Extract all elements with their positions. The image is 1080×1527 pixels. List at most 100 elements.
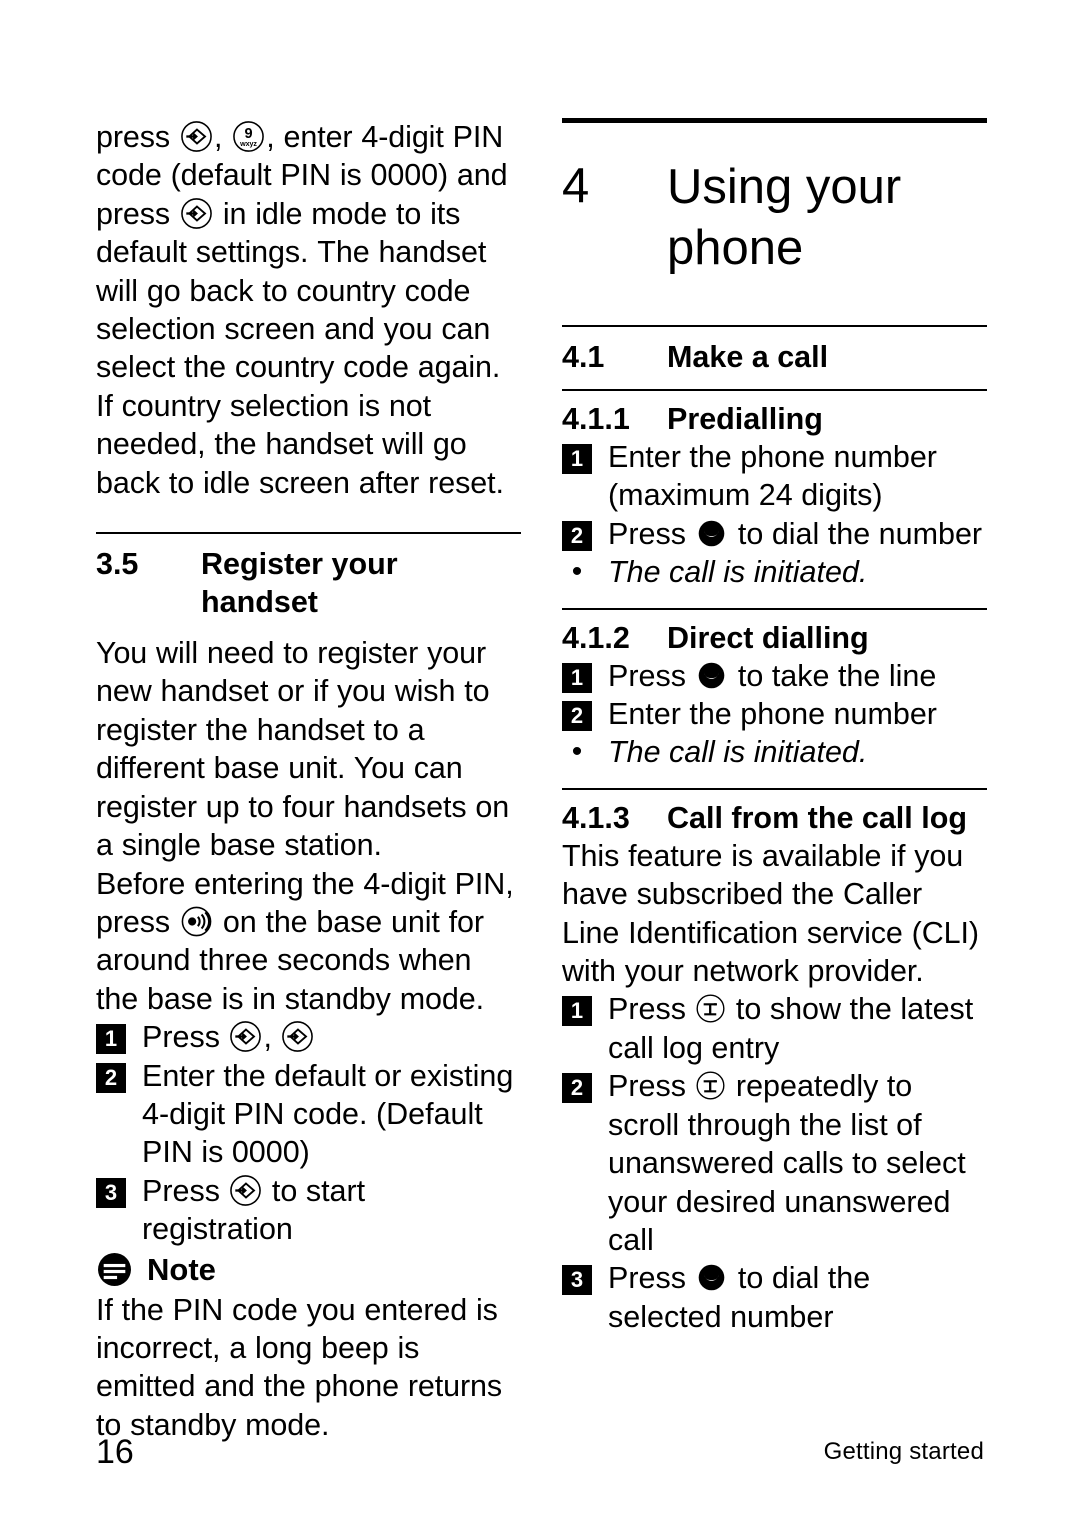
register-step-2: 2 Enter the default or existing 4-digit … — [96, 1057, 521, 1172]
left-column: press , 9 wxyz, enter 4-digit PIN code (d… — [96, 118, 521, 1444]
running-head: Getting started — [823, 1438, 984, 1465]
talk-call-key-icon — [695, 659, 728, 692]
manual-page: press , 9 wxyz, enter 4-digit PIN code (d… — [0, 0, 1080, 1527]
call-log-intro: This feature is available if you have su… — [562, 838, 979, 989]
section-number: 4.1.1 — [562, 402, 630, 436]
step-text: Enter the default or existing 4-digit PI… — [142, 1058, 514, 1170]
note-heading: Note — [96, 1251, 521, 1289]
step-text-before: Press — [142, 1173, 229, 1208]
call-log-key-icon — [695, 993, 726, 1024]
step-number-badge: 3 — [562, 1265, 592, 1296]
direct-dial-step-2: 2 Enter the phone number — [562, 695, 987, 733]
step-number-badge: 1 — [562, 444, 592, 474]
section-heading-4-1-2: 4.1.2 Direct dialling — [562, 619, 987, 657]
section-title: Make a call — [667, 340, 829, 374]
section-number: 4.1.2 — [562, 620, 630, 655]
call-log-step-1: 1 Press to show the latest call log entr… — [562, 990, 987, 1067]
section-heading-4-1-3: 4.1.3 Call from the call log — [562, 799, 987, 837]
step-text-after: to dial the number — [729, 516, 983, 551]
bullet-text: The call is initiated. — [608, 555, 868, 590]
section-rule — [96, 532, 521, 535]
menu-ok-key-icon — [180, 197, 213, 230]
step-text: Enter the phone number (maximum 24 digit… — [608, 440, 937, 513]
step-number-badge: 2 — [562, 701, 592, 732]
register-paragraph-1: You will need to register your new hands… — [96, 636, 510, 863]
step-text-after: to take the line — [729, 658, 937, 693]
section-number: 4.1.3 — [562, 800, 630, 835]
step-text-before: Press — [608, 992, 695, 1027]
step-text: Press repeatedly to scroll through the l… — [608, 1067, 987, 1259]
step-number-badge: 3 — [96, 1177, 126, 1208]
talk-call-key-icon — [695, 517, 728, 550]
menu-ok-key-icon — [229, 1174, 262, 1207]
step-text: Press to dial the number — [608, 515, 987, 553]
step-number-badge: 2 — [562, 1073, 592, 1104]
register-step-3: 3 Press to start registration — [96, 1172, 521, 1249]
register-paragraph-2: Before entering the 4-digit PIN, press o… — [96, 865, 521, 1019]
step-text: Enter the phone number — [608, 697, 937, 732]
chapter-number: 4 — [562, 159, 590, 213]
bullet-text: The call is initiated. — [608, 735, 868, 770]
step-number-badge: 2 — [562, 520, 592, 551]
chapter-rule — [562, 118, 987, 123]
section-rule — [562, 389, 987, 391]
talk-call-key-icon — [695, 1261, 728, 1294]
note-text: If the PIN code you entered is incorrect… — [96, 1292, 503, 1442]
step-text: Press to show the latest call log entry — [608, 990, 987, 1067]
bullet-dot-icon: • — [571, 735, 583, 769]
step-text-before: Press — [608, 658, 695, 693]
section-rule — [562, 325, 987, 327]
note-label: Note — [147, 1251, 216, 1287]
step-number-badge: 2 — [96, 1062, 126, 1093]
step-text: Press to dial the selected number — [608, 1259, 987, 1336]
direct-dial-step-1: 1 Press to take the line — [562, 657, 987, 695]
step-text-before: Press — [142, 1020, 229, 1055]
step-text-before: Press — [608, 516, 695, 551]
call-log-key-icon — [695, 1070, 726, 1101]
right-column: 4 Using your phone 4.1 Make a call 4.1.1… — [562, 118, 987, 1336]
page-footer: 16 Getting started — [96, 1432, 984, 1472]
section-number: 4.1 — [562, 340, 605, 374]
section-rule — [562, 787, 987, 790]
continued-paragraph: press , 9 wxyz, enter 4-digit PIN code (d… — [96, 118, 521, 502]
step-text: Press to start registration — [142, 1172, 521, 1249]
section-heading-3-5: 3.5 Register your handset — [96, 545, 521, 621]
chapter-title: Using your phone — [667, 160, 902, 275]
paging-key-icon — [180, 905, 213, 938]
menu-ok-key-icon — [180, 120, 213, 153]
step-number-badge: 1 — [562, 996, 592, 1027]
svg-text:wxyz: wxyz — [239, 140, 257, 148]
step-text-before: Press — [608, 1261, 695, 1296]
bullet-dot-icon: • — [571, 555, 583, 589]
paragraph-segment-4: in idle mode to its default settings. Th… — [96, 196, 504, 500]
section-title: Call from the call log — [667, 800, 967, 835]
predial-step-2: 2 Press to dial the number — [562, 515, 987, 553]
section-title: Predialling — [667, 402, 823, 436]
section-title: Direct dialling — [667, 620, 869, 655]
page-number: 16 — [96, 1433, 134, 1471]
menu-ok-key-icon — [229, 1020, 262, 1053]
register-step-1: 1 Press , — [96, 1018, 521, 1056]
call-log-step-2: 2 Press repeatedly to scroll through the… — [562, 1067, 987, 1259]
paragraph-segment-2: , — [213, 120, 232, 154]
section-title: Register your handset — [201, 547, 398, 620]
section-heading-4-1: 4.1 Make a call — [562, 338, 987, 376]
chapter-heading: 4 Using your phone — [562, 157, 987, 279]
step-number-badge: 1 — [562, 662, 592, 693]
predial-note-bullet: • The call is initiated. — [562, 553, 987, 591]
paragraph-segment-1: press — [96, 120, 179, 154]
predial-step-1: 1 Enter the phone number (maximum 24 dig… — [562, 438, 987, 515]
section-number: 3.5 — [96, 547, 139, 582]
section-heading-4-1-1: 4.1.1 Predialling — [562, 400, 987, 438]
keypad-nine-wxyz-key-icon: 9 wxyz — [232, 120, 265, 153]
step-text: Press , — [142, 1018, 521, 1056]
two-column-body: press , 9 wxyz, enter 4-digit PIN code (d… — [0, 0, 1080, 1442]
step-text: Press to take the line — [608, 657, 987, 695]
call-log-step-3: 3 Press to dial the selected number — [562, 1259, 987, 1336]
step-number-badge: 1 — [96, 1024, 126, 1055]
direct-dial-note-bullet: • The call is initiated. — [562, 733, 987, 771]
note-badge-icon — [97, 1252, 132, 1287]
step-text-middle: , — [263, 1020, 281, 1055]
